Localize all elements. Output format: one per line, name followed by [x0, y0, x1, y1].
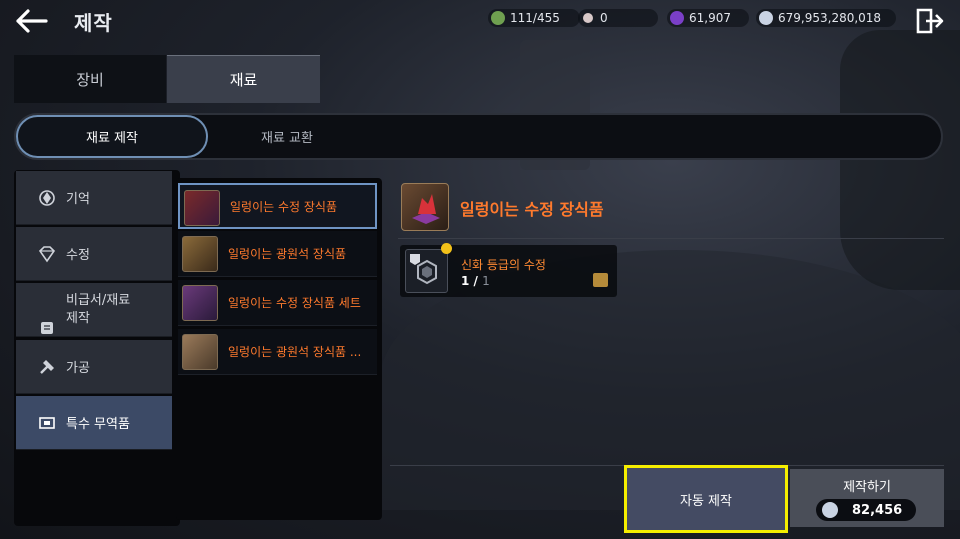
recipe-thumbnail	[184, 190, 220, 226]
currency-crystal-value: 61,907	[689, 11, 731, 25]
exit-icon[interactable]	[914, 7, 944, 35]
weight-icon	[491, 11, 505, 25]
page-title: 제작	[74, 11, 113, 35]
category-processing[interactable]: 가공	[16, 340, 172, 394]
currency-crystal: 61,907	[667, 9, 749, 27]
recipe-thumbnail	[182, 285, 218, 321]
currency-silver-value: 679,953,280,018	[778, 11, 882, 25]
auto-craft-button[interactable]: 자동 제작	[624, 465, 788, 533]
category-memory[interactable]: 기억	[16, 171, 172, 225]
material-card[interactable]: 신화 등급의 수정 1 / 1	[400, 245, 617, 297]
back-arrow-icon[interactable]	[14, 8, 48, 34]
recipe-item[interactable]: 일렁이는 수정 장식품	[178, 183, 377, 229]
divider	[398, 238, 944, 239]
recipe-label: 일렁이는 광원석 장식품	[228, 247, 347, 261]
category-scroll[interactable]: 비급서/재료 제작	[16, 283, 172, 337]
material-owned: 1	[461, 274, 470, 288]
currency-weight: 111/455	[488, 9, 580, 27]
category-label: 기억	[66, 192, 90, 207]
recipe-label: 일렁이는 수정 장식품 세트	[228, 296, 361, 310]
detail-item-icon	[401, 183, 449, 231]
recipe-item[interactable]: 일렁이는 수정 장식품 세트	[178, 280, 377, 326]
alert-badge	[441, 243, 452, 254]
craft-cost-value: 82,456	[852, 502, 903, 518]
category-crystal[interactable]: 수정	[16, 227, 172, 281]
detail-title: 일렁이는 수정 장식품	[460, 200, 604, 219]
material-count-separator: /	[473, 274, 478, 288]
currency-silver: 679,953,280,018	[756, 9, 896, 27]
currency-weight-value: 111/455	[510, 11, 560, 25]
subtab-material-exchange[interactable]: 재료 교환	[212, 115, 362, 158]
category-label: 수정	[66, 248, 90, 263]
background-tree	[840, 30, 960, 290]
recipe-item[interactable]: 일렁이는 광원석 장식품	[178, 231, 377, 277]
category-special-trade[interactable]: 특수 무역품	[16, 396, 172, 450]
material-name: 신화 등급의 수정	[461, 258, 546, 272]
source-shortcut-icon[interactable]	[593, 273, 608, 287]
trade-icon	[38, 414, 56, 432]
category-label: 가공	[66, 361, 90, 376]
craft-cost: 82,456	[816, 499, 916, 521]
craft-button-label: 제작하기	[843, 480, 891, 495]
material-count: 1 / 1	[461, 274, 490, 288]
recipe-thumbnail	[182, 236, 218, 272]
tab-equipment[interactable]: 장비	[14, 55, 166, 103]
recipe-label: 일렁이는 수정 장식품	[230, 199, 337, 214]
scroll-icon	[38, 301, 56, 334]
crystal-slot-icon	[405, 249, 448, 293]
category-label: 특수 무역품	[66, 417, 130, 432]
subtab-material-craft[interactable]: 재료 제작	[16, 115, 208, 158]
top-bar: 제작 111/455 0 61,907 679,953,280,018	[0, 0, 960, 42]
hammer-icon	[38, 358, 56, 376]
recipe-item[interactable]: 일렁이는 광원석 장식품 ...	[178, 329, 377, 375]
recipe-label: 일렁이는 광원석 장식품 ...	[228, 345, 362, 359]
pearl-icon	[583, 13, 593, 23]
currency-pearl-value: 0	[600, 11, 608, 25]
material-required: 1	[482, 274, 490, 288]
tab-materials[interactable]: 재료	[167, 55, 320, 103]
category-label: 비급서/재료 제작	[66, 292, 131, 326]
silver-icon	[759, 11, 773, 25]
crystal-currency-icon	[670, 11, 684, 25]
recipe-thumbnail	[182, 334, 218, 370]
silver-icon	[822, 502, 838, 518]
memory-icon	[38, 189, 56, 207]
crystal-icon	[38, 245, 56, 263]
currency-pearl: 0	[578, 9, 658, 27]
craft-button[interactable]: 제작하기 82,456	[790, 469, 944, 527]
